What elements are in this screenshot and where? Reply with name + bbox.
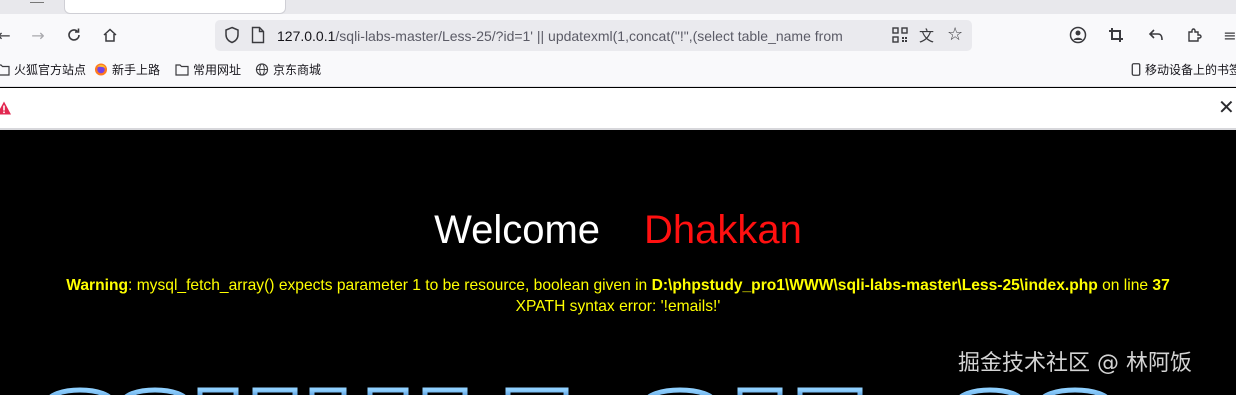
warning-message: : mysql_fetch_array() expects parameter … xyxy=(128,277,652,294)
back-button[interactable]: ← xyxy=(0,23,16,47)
warning-triangle-icon xyxy=(0,101,11,115)
qr-code-icon[interactable] xyxy=(892,27,908,43)
undo-button[interactable] xyxy=(1144,23,1168,47)
reload-button[interactable] xyxy=(62,23,86,47)
forward-button[interactable]: → xyxy=(26,23,50,47)
url-host: 127.0.0.1 xyxy=(277,28,336,44)
url-path: /sqli-labs-master/Less-25/?id=1' || upda… xyxy=(335,28,843,44)
bookmark-label: 京东商城 xyxy=(273,63,322,77)
navigation-toolbar: ← → 127.0.0.1/sqli-labs-master/Less-25/?… xyxy=(0,14,1236,57)
banner-image xyxy=(49,387,1108,395)
tab-list-icon[interactable] xyxy=(30,0,44,3)
php-warning: Warning: mysql_fetch_array() expects par… xyxy=(0,276,1236,296)
active-tab[interactable] xyxy=(64,0,286,14)
puzzle-icon xyxy=(1188,28,1202,42)
undo-icon xyxy=(1148,29,1163,41)
account-button[interactable] xyxy=(1066,23,1090,47)
globe-icon xyxy=(255,63,269,76)
firefox-icon xyxy=(94,63,108,76)
mobile-bookmarks-label: 移动设备上的书签 xyxy=(1145,63,1236,77)
page-content: Welcome Dhakkan Warning: mysql_fetch_arra… xyxy=(0,132,1236,395)
tab-strip xyxy=(0,0,1236,14)
translate-icon[interactable]: 文 xyxy=(919,25,939,45)
welcome-text: Welcome xyxy=(434,208,601,252)
home-button[interactable] xyxy=(98,23,122,47)
warning-line-number: 37 xyxy=(1152,277,1170,294)
reload-icon xyxy=(68,28,80,41)
mobile-bookmarks[interactable]: 移动设备上的书签 xyxy=(1131,61,1236,78)
bookmark-label: 火狐官方站点 xyxy=(14,63,87,77)
crop-icon xyxy=(1109,28,1123,42)
close-icon[interactable]: ✕ xyxy=(1218,96,1236,118)
folder-icon xyxy=(175,64,189,76)
toolbar-divider xyxy=(0,82,1236,87)
bookmarks-toolbar: 火狐官方站点 新手上路 常用网址 京东商城 移动设备上的书签 xyxy=(0,57,1236,82)
warning-label: Warning xyxy=(66,277,129,294)
user-name: Dhakkan xyxy=(644,208,802,252)
url-text[interactable]: 127.0.0.1/sqli-labs-master/Less-25/?id=1… xyxy=(277,27,877,45)
folder-icon xyxy=(0,64,10,76)
xpath-error: XPATH syntax error: '!emails!' xyxy=(515,298,721,315)
mobile-icon xyxy=(1131,63,1141,76)
warning-on-line: on line xyxy=(1097,277,1153,294)
bookmark-item-official-site[interactable]: 火狐官方站点 xyxy=(0,61,86,78)
home-icon xyxy=(103,28,117,42)
warning-file-path: D:\phpstudy_pro1\WWW\sqli-labs-master\Le… xyxy=(651,277,1098,294)
extensions-button[interactable] xyxy=(1182,23,1206,47)
page-icon[interactable] xyxy=(251,26,265,44)
bookmark-label: 常用网址 xyxy=(193,63,242,77)
bookmark-star-icon[interactable]: ☆ xyxy=(947,24,967,46)
crop-screenshot-button[interactable] xyxy=(1104,23,1128,47)
shield-icon[interactable] xyxy=(223,26,241,44)
bookmark-item-common-sites[interactable]: 常用网址 xyxy=(175,61,241,78)
menu-button[interactable]: ≡ xyxy=(1218,23,1236,47)
welcome-heading: Welcome Dhakkan xyxy=(0,206,1236,254)
notification-bar: ✕ xyxy=(0,88,1236,130)
bookmark-label: 新手上路 xyxy=(112,63,161,77)
account-icon xyxy=(1069,26,1087,44)
bookmark-item-getting-started[interactable]: 新手上路 xyxy=(94,61,160,78)
watermark: 掘金技术社区 @ 林阿饭 xyxy=(958,351,1192,376)
bookmark-item-jd[interactable]: 京东商城 xyxy=(255,61,321,78)
address-bar[interactable]: 127.0.0.1/sqli-labs-master/Less-25/?id=1… xyxy=(215,20,972,51)
